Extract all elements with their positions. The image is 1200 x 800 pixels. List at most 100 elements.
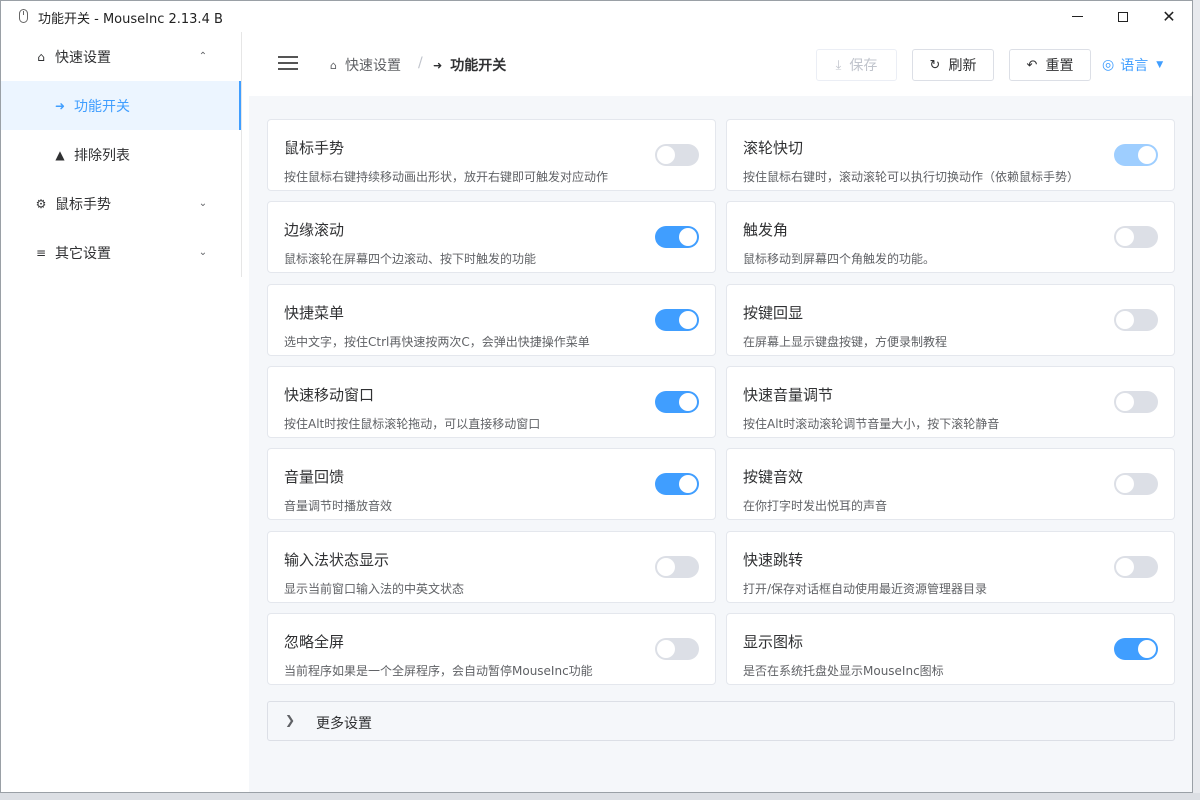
sidebar-item-label: 排除列表	[74, 147, 130, 164]
chevron-up-icon: ⌃	[198, 51, 208, 62]
home-icon: ⌂	[37, 49, 45, 64]
toggle-knob	[1138, 146, 1156, 164]
minimize-button[interactable]	[1054, 1, 1100, 32]
feature-toggle[interactable]	[655, 390, 699, 413]
reset-button[interactable]: ↶ 重置	[1009, 49, 1091, 81]
feature-title: 边缘滚动	[284, 221, 345, 240]
gear-icon: ⚙	[35, 196, 47, 211]
feature-toggle[interactable]	[1114, 555, 1158, 578]
more-settings-label: 更多设置	[316, 716, 372, 732]
sidebar-item-label: 功能开关	[74, 98, 130, 115]
download-icon: ⤓	[835, 57, 842, 73]
sidebar-item-feature-switches[interactable]: ➜ 功能开关	[1, 81, 241, 130]
bolt-icon: ➜	[433, 58, 443, 72]
close-icon: ✕	[1162, 7, 1176, 26]
caret-down-icon: ▼	[1156, 60, 1164, 70]
feature-toggle[interactable]	[1114, 637, 1158, 660]
toggle-knob	[657, 557, 675, 576]
refresh-button-label: 刷新	[948, 58, 977, 74]
feature-description: 鼠标移动到屏幕四个角触发的功能。	[743, 252, 936, 267]
language-label: 语言	[1120, 58, 1149, 74]
feature-card: 快速跳转 打开/保存对话框自动使用最近资源管理器目录	[726, 530, 1175, 603]
feature-description: 在屏幕上显示键盘按键，方便录制教程	[743, 334, 948, 349]
menu-toggle-icon[interactable]	[278, 55, 298, 71]
feature-toggle[interactable]	[655, 637, 699, 660]
main-header: ⌂ 快速设置 / ➜ 功能开关 ⤓ 保存 ↻ 刷新 ↶ 重置 ◎ 语言 ▼	[242, 32, 1192, 96]
feature-description: 按住鼠标右键持续移动画出形状，放开右键即可触发对应动作	[284, 170, 609, 184]
breadcrumb-current-label: 功能开关	[450, 58, 507, 74]
sliders-icon: ≡	[35, 245, 47, 260]
feature-card: 音量回馈 音量调节时播放音效	[267, 448, 716, 521]
toggle-knob	[1116, 475, 1134, 494]
feature-toggle[interactable]	[655, 226, 699, 249]
feature-toggle[interactable]	[1114, 144, 1158, 166]
language-dropdown[interactable]: ◎ 语言 ▼	[1102, 55, 1163, 75]
toggle-knob	[679, 310, 697, 329]
undo-icon: ↶	[1026, 57, 1038, 73]
breadcrumb-home[interactable]: ⌂ 快速设置	[330, 55, 401, 75]
feature-toggle[interactable]	[1114, 308, 1158, 331]
toggle-knob	[1116, 392, 1134, 411]
chevron-down-icon: ⌄	[198, 247, 208, 258]
feature-title: 按键音效	[743, 468, 804, 487]
feature-description: 鼠标滚轮在屏幕四个边滚动、按下时触发的功能	[284, 252, 537, 267]
toggle-knob	[1138, 639, 1156, 658]
feature-card: 触发角鼠标移动到屏幕四个角触发的功能。	[726, 201, 1175, 274]
feature-card: 快速移动窗口 按住Alt时按住鼠标滚轮拖动，可以直接移动窗口	[267, 365, 716, 438]
feature-description: 当前程序如果是一个全屏程序，会自动暂停MouseInc功能	[284, 663, 593, 678]
toggle-knob	[657, 146, 675, 164]
feature-title: 触发角	[743, 221, 789, 240]
feature-card: 边缘滚动鼠标滚轮在屏幕四个边滚动、按下时触发的功能	[267, 201, 716, 274]
sidebar-item-label: 其它设置	[55, 245, 111, 262]
toggle-knob	[1116, 557, 1134, 576]
feature-toggle[interactable]	[1114, 390, 1158, 413]
feature-description: 是否在系统托盘处显示MouseInc图标	[743, 663, 944, 678]
sidebar-item-mouse-gestures[interactable]: ⚙ 鼠标手势 ⌄	[1, 179, 241, 228]
feature-card: 按键回显在屏幕上显示键盘按键，方便录制教程	[726, 283, 1175, 356]
feature-panel: 鼠标手势 按住鼠标右键持续移动画出形状，放开右键即可触发对应动作 滚轮快切 按住鼠标右…	[249, 96, 1192, 792]
feature-title: 输入法状态显示	[284, 550, 390, 569]
feature-title: 显示图标	[743, 632, 804, 651]
save-button[interactable]: ⤓ 保存	[816, 49, 897, 81]
feature-toggle[interactable]	[1114, 473, 1158, 496]
toggle-knob	[679, 475, 697, 494]
feature-title: 快速音量调节	[743, 385, 834, 404]
sidebar-item-label: 快速设置	[55, 49, 111, 66]
home-icon: ⌂	[330, 58, 337, 72]
feature-toggle[interactable]	[655, 144, 699, 166]
maximize-icon	[1118, 11, 1128, 22]
more-settings-collapse[interactable]: ❯ 更多设置	[267, 701, 1175, 741]
sidebar-item-exclusion-list[interactable]: ▲ 排除列表	[1, 130, 241, 179]
feature-description: 在你打字时发出悦耳的声音	[743, 499, 888, 514]
desktop-background-bottom	[0, 793, 1200, 800]
close-button[interactable]: ✕	[1146, 1, 1192, 32]
toggle-knob	[679, 392, 697, 411]
refresh-button[interactable]: ↻ 刷新	[912, 49, 994, 81]
minimize-icon	[1071, 16, 1083, 17]
feature-description: 选中文字，按住Ctrl再快速按两次C，会弹出快捷操作菜单	[284, 334, 590, 349]
feature-title: 快捷菜单	[284, 303, 345, 322]
maximize-button[interactable]	[1100, 1, 1146, 32]
toggle-knob	[1116, 228, 1134, 247]
chevron-down-icon: ⌄	[198, 198, 208, 209]
feature-card: 快捷菜单选中文字，按住Ctrl再快速按两次C，会弹出快捷操作菜单	[267, 283, 716, 356]
feature-card: 按键音效在你打字时发出悦耳的声音	[726, 448, 1175, 521]
feature-toggle[interactable]	[655, 555, 699, 578]
feature-title: 按键回显	[743, 303, 804, 322]
sidebar-item-quick-settings[interactable]: ⌂ 快速设置 ⌃	[1, 32, 241, 81]
save-button-label: 保存	[849, 58, 878, 74]
feature-toggle[interactable]	[655, 473, 699, 496]
sidebar-item-label: 鼠标手势	[55, 196, 111, 213]
warning-icon: ▲	[55, 147, 65, 162]
feature-description: 音量调节时播放音效	[284, 499, 393, 514]
language-icon: ◎	[1102, 57, 1115, 73]
toggle-knob	[679, 228, 697, 247]
toggle-knob	[1116, 310, 1134, 329]
feature-toggle[interactable]	[1114, 226, 1158, 249]
feature-card: 滚轮快切 按住鼠标右键时，滚动滚轮可以执行切换动作（依赖鼠标手势）	[726, 119, 1175, 191]
reset-button-label: 重置	[1045, 58, 1074, 74]
feature-title: 忽略全屏	[284, 632, 345, 651]
sidebar-item-other-settings[interactable]: ≡ 其它设置 ⌄	[1, 228, 241, 277]
feature-toggle[interactable]	[655, 308, 699, 331]
refresh-icon: ↻	[929, 57, 941, 73]
